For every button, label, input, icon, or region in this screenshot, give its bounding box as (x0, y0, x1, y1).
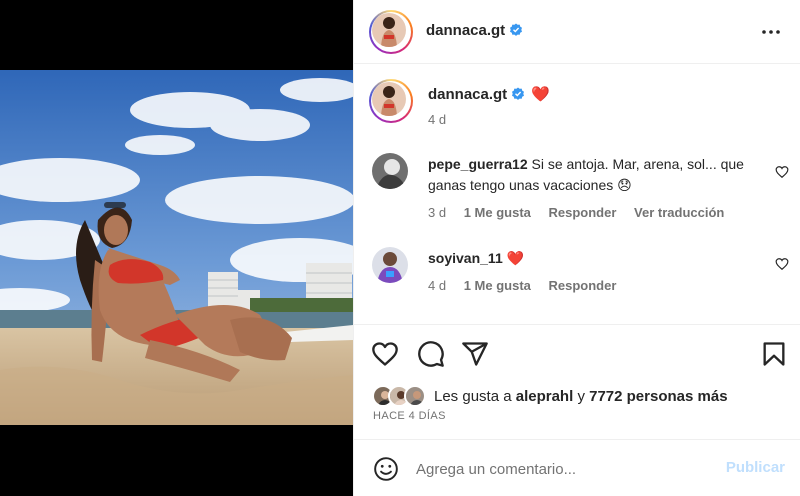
author-username-text[interactable]: dannaca.gt (426, 22, 505, 39)
comment-avatar[interactable] (372, 247, 408, 283)
comment-meta: 3 d 1 Me gusta Responder Ver traducción (428, 205, 738, 220)
post-header: dannaca.gt (354, 0, 800, 64)
caption-username[interactable]: dannaca.gt (428, 86, 507, 103)
author-avatar-image (372, 13, 406, 47)
heart-icon[interactable] (371, 340, 399, 368)
share-icon[interactable] (461, 340, 489, 368)
author-username[interactable]: dannaca.gt (426, 22, 523, 39)
comment-input[interactable] (416, 454, 706, 484)
caption-author-avatar[interactable] (369, 79, 413, 123)
comment-like-heart-icon[interactable] (775, 257, 789, 271)
comment-time: 3 d (428, 205, 447, 220)
comment-body: ❤️ (506, 250, 525, 266)
emoji-icon[interactable] (373, 456, 399, 482)
liker-avatar (404, 385, 426, 407)
liker-username[interactable]: aleprahl (516, 388, 574, 405)
verified-badge-icon (512, 87, 525, 100)
caption-time: 4 d (428, 112, 447, 127)
save-icon[interactable] (760, 340, 788, 368)
comment-likes-link[interactable]: 1 Me gusta (464, 205, 531, 220)
comment-likes-link[interactable]: 1 Me gusta (464, 278, 531, 293)
see-translation-button[interactable]: Ver traducción (634, 205, 724, 220)
likes-summary[interactable]: Les gusta a aleprahl y 7772 personas más (372, 385, 792, 409)
reply-button[interactable]: Responder (549, 278, 617, 293)
comment-username[interactable]: soyivan_11 (428, 250, 503, 266)
caption-heart-emoji: ❤️ (531, 86, 550, 103)
comment-icon[interactable] (417, 340, 445, 368)
publish-button[interactable]: Publicar (726, 459, 785, 476)
reply-button[interactable]: Responder (549, 205, 617, 220)
comment-avatar-image (372, 247, 408, 283)
verified-badge-icon (510, 23, 523, 36)
comment-composer: Publicar (354, 439, 800, 496)
comments-list[interactable]: dannaca.gt ❤️ 4 d pepe_guerra12 Si se ant… (354, 65, 800, 325)
comment-like-heart-icon[interactable] (775, 165, 789, 179)
post-photo (0, 70, 353, 425)
post-panel: dannaca.gt dannaca.gt ❤️ 4 d pepe_guerra… (353, 0, 800, 496)
likes-connector: y (577, 388, 585, 405)
likes-text: Les gusta a aleprahl y 7772 personas más (434, 388, 728, 405)
comment-text: soyivan_11 ❤️ (428, 248, 768, 269)
comment-avatar[interactable] (372, 153, 408, 189)
caption-avatar-image (372, 82, 406, 116)
comment-time: 4 d (428, 278, 447, 293)
author-avatar[interactable] (369, 10, 413, 54)
more-options-icon[interactable] (759, 22, 783, 42)
post-timestamp[interactable]: HACE 4 DÍAS (373, 410, 446, 422)
likes-others-link[interactable]: 7772 personas más (589, 388, 727, 405)
comment-avatar-image (372, 153, 408, 189)
post-actions (354, 338, 800, 372)
comment-text: pepe_guerra12 Si se antoja. Mar, arena, … (428, 154, 768, 196)
caption: dannaca.gt ❤️ (428, 85, 550, 103)
comment-username[interactable]: pepe_guerra12 (428, 156, 528, 172)
likes-prefix: Les gusta a (434, 388, 512, 405)
caption-meta: 4 d (428, 112, 460, 127)
comment-meta: 4 d 1 Me gusta Responder (428, 278, 630, 293)
post-media[interactable] (0, 0, 353, 496)
